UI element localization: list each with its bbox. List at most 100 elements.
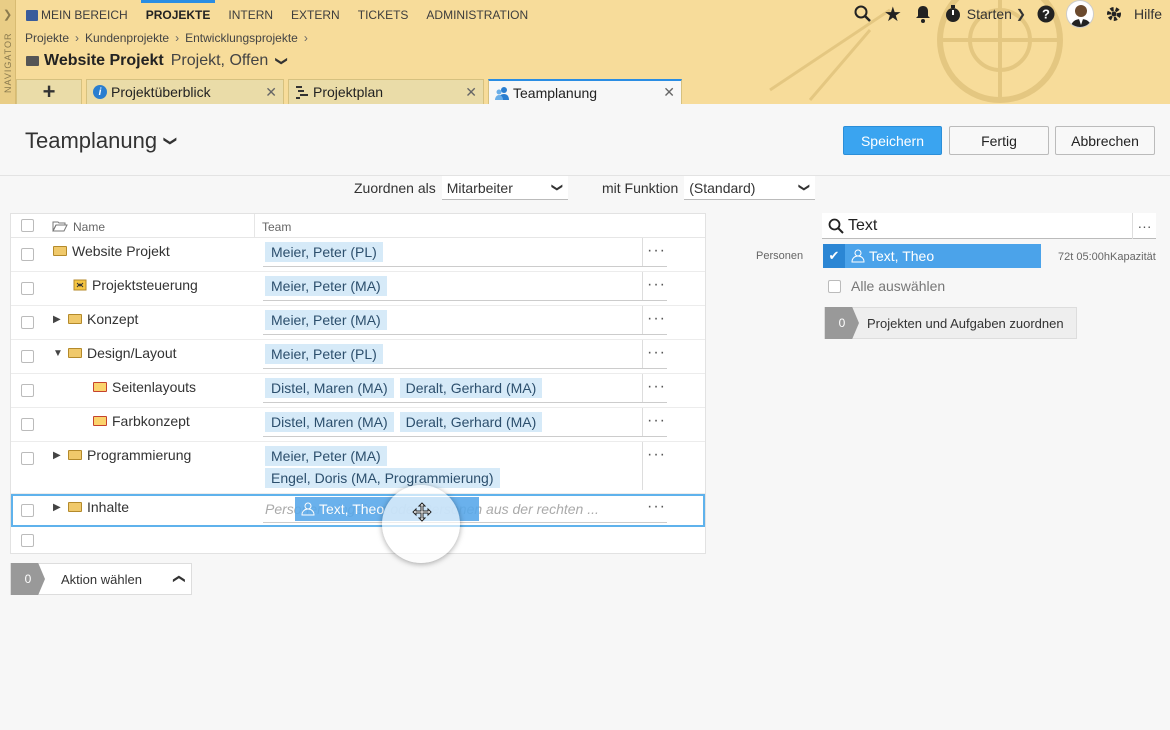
expand-icon[interactable]: ▶ [53, 314, 63, 325]
assign-as-select[interactable]: Mitarbeiter ❯ [441, 176, 568, 200]
select-all[interactable]: Alle auswählen [828, 278, 945, 294]
close-icon[interactable]: ✕ [465, 84, 477, 101]
breadcrumb-item[interactable]: Entwicklungsprojekte [185, 31, 298, 45]
close-icon[interactable]: ✕ [663, 84, 675, 101]
person-search[interactable]: Text ··· [822, 213, 1156, 239]
milestone-icon [73, 279, 87, 291]
navigator-toggle[interactable]: ❯ NAVIGATOR [0, 0, 16, 104]
team-chip[interactable]: Distel, Maren (MA) [265, 378, 394, 398]
more-icon[interactable]: ··· [647, 498, 666, 516]
nav-intern[interactable]: INTERN [219, 0, 282, 30]
table-row[interactable]: ▶ Konzept Meier, Peter (MA) ··· [11, 306, 705, 340]
team-cell[interactable]: Meier, Peter (MA) [263, 306, 643, 334]
team-cell[interactable]: Meier, Peter (PL) [263, 238, 643, 266]
nav-administration[interactable]: ADMINISTRATION [417, 0, 537, 30]
close-icon[interactable]: ✕ [265, 84, 277, 101]
row-checkbox[interactable] [21, 282, 34, 295]
main-content: Teamplanung ❯ Speichern Fertig Abbrechen… [0, 104, 1170, 730]
assign-as-group: Zuordnen als Mitarbeiter ❯ [354, 176, 568, 200]
page-title[interactable]: Teamplanung ❯ [25, 128, 179, 154]
person-item[interactable]: ✔ Text, Theo [823, 244, 1041, 268]
help-icon[interactable]: ? [1036, 4, 1056, 24]
star-icon[interactable]: ★ [883, 4, 903, 26]
person-icon [301, 502, 315, 516]
team-cell[interactable]: Meier, Peter (MA) Engel, Doris (MA, Prog… [263, 442, 643, 490]
folder-open-icon [52, 221, 68, 232]
expand-icon[interactable]: ▶ [53, 450, 63, 461]
row-checkbox[interactable] [21, 384, 34, 397]
chevron-up-icon: ❯ [170, 573, 185, 585]
gear-icon[interactable] [1104, 4, 1124, 24]
team-cell[interactable]: Distel, Maren (MA) Deralt, Gerhard (MA) [263, 374, 643, 402]
column-name[interactable]: Name [73, 220, 105, 234]
table-row[interactable]: ▶ Programmierung Meier, Peter (MA) Engel… [11, 442, 705, 494]
table-row[interactable]: Seitenlayouts Distel, Maren (MA) Deralt,… [11, 374, 705, 408]
nav-extern[interactable]: EXTERN [282, 0, 349, 30]
start-menu[interactable]: Starten ❯ [967, 6, 1026, 22]
team-cell[interactable]: Distel, Maren (MA) Deralt, Gerhard (MA) [263, 408, 643, 436]
tab-projektueberblick[interactable]: i Projektüberblick ✕ [86, 79, 284, 104]
expand-icon[interactable]: ▶ [53, 502, 63, 513]
nav-tickets[interactable]: TICKETS [349, 0, 418, 30]
nav-projekte[interactable]: PROJEKTE [137, 0, 220, 30]
team-chip[interactable]: Meier, Peter (MA) [265, 276, 387, 296]
save-button[interactable]: Speichern [843, 126, 942, 155]
more-icon[interactable]: ··· [647, 378, 666, 396]
more-icon[interactable]: ··· [647, 242, 666, 260]
function-select[interactable]: (Standard) ❯ [684, 176, 816, 200]
team-chip[interactable]: Distel, Maren (MA) [265, 412, 394, 432]
tab-projektplan[interactable]: Projektplan ✕ [288, 79, 484, 104]
row-checkbox[interactable] [21, 248, 34, 261]
search-input[interactable]: Text [848, 217, 877, 235]
row-checkbox[interactable] [21, 418, 34, 431]
team-chip[interactable]: Meier, Peter (MA) [265, 310, 387, 330]
help-link[interactable]: Hilfe [1134, 6, 1162, 22]
stopwatch-icon[interactable] [943, 4, 963, 24]
more-icon[interactable]: ··· [647, 412, 666, 430]
more-icon[interactable]: ··· [647, 446, 666, 464]
tab-teamplanung[interactable]: Teamplanung ✕ [488, 79, 682, 104]
bell-icon[interactable] [913, 4, 933, 24]
cell-underline [263, 334, 667, 335]
cancel-button[interactable]: Abbrechen [1055, 126, 1155, 155]
done-button[interactable]: Fertig [949, 126, 1049, 155]
select-all-checkbox[interactable] [21, 219, 34, 232]
select-all-checkbox[interactable] [828, 279, 841, 293]
column-team[interactable]: Team [262, 220, 291, 234]
team-chip[interactable]: Meier, Peter (PL) [265, 344, 383, 364]
row-checkbox[interactable] [21, 350, 34, 363]
table-row[interactable]: Farbkonzept Distel, Maren (MA) Deralt, G… [11, 408, 705, 442]
row-checkbox[interactable] [21, 504, 34, 517]
user-avatar[interactable] [1065, 0, 1094, 28]
nav-mein-bereich[interactable]: MEIN BEREICH [24, 0, 137, 30]
collapse-icon[interactable]: ▼ [53, 348, 63, 359]
table-row[interactable]: Website Projekt Meier, Peter (PL) ··· [11, 238, 705, 272]
table-row[interactable]: ▼ Design/Layout Meier, Peter (PL) ··· [11, 340, 705, 374]
team-chip[interactable]: Meier, Peter (MA) [265, 446, 387, 466]
team-chip[interactable]: Engel, Doris (MA, Programmierung) [265, 468, 500, 488]
more-icon[interactable]: ··· [647, 344, 666, 362]
more-icon[interactable]: ··· [1132, 213, 1156, 239]
breadcrumb-item[interactable]: Projekte [25, 31, 69, 45]
team-cell[interactable]: Meier, Peter (MA) [263, 272, 643, 300]
team-chip[interactable]: Meier, Peter (PL) [265, 242, 383, 262]
chevron-down-icon: ❯ [275, 55, 290, 67]
folder-icon [68, 348, 82, 358]
more-icon[interactable]: ··· [647, 276, 666, 294]
team-chip[interactable]: Deralt, Gerhard (MA) [399, 412, 543, 432]
row-checkbox[interactable] [21, 452, 34, 465]
row-checkbox[interactable] [21, 316, 34, 329]
table-row[interactable]: Projektsteuerung Meier, Peter (MA) ··· [11, 272, 705, 306]
capacity-value: 72t 05:00hKapazität [1058, 251, 1156, 263]
search-icon[interactable] [853, 4, 873, 24]
project-title-row[interactable]: Website Projekt Projekt, Offen ❯ [26, 52, 290, 70]
more-icon[interactable]: ··· [647, 310, 666, 328]
team-chip[interactable]: Deralt, Gerhard (MA) [399, 378, 543, 398]
assign-button[interactable]: 0 Projekten und Aufgaben zuordnen [824, 307, 1077, 339]
row-checkbox[interactable] [21, 534, 34, 547]
breadcrumb-item[interactable]: Kundenprojekte [85, 31, 169, 45]
add-tab-button[interactable]: + [16, 79, 82, 104]
checked-icon[interactable]: ✔ [823, 244, 845, 268]
action-select[interactable]: 0 Aktion wählen ❯ [10, 563, 192, 595]
team-cell[interactable]: Meier, Peter (PL) [263, 340, 643, 368]
